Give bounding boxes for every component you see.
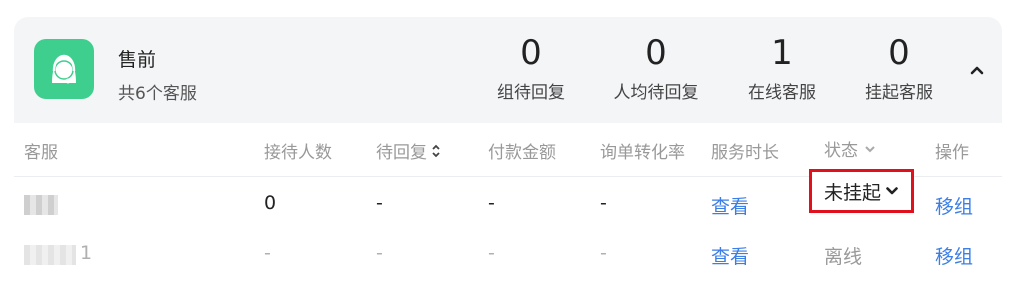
received-count: - [264, 242, 271, 264]
stat-label: 挂起客服 [865, 83, 933, 103]
stat-label: 人均待回复 [613, 83, 699, 103]
move-group-link[interactable]: 移组 [935, 192, 973, 219]
column-status[interactable]: 状态 [824, 136, 878, 161]
agent-headset-icon [52, 54, 76, 84]
stat-group-pending: 0 组待回复 [471, 33, 591, 105]
group-header: 售前 共6个客服 0 组待回复 0 人均待回复 1 在线客服 0 挂起客服 [14, 17, 1002, 123]
column-agent: 客服 [24, 143, 58, 163]
stat-value: 0 [888, 33, 910, 73]
stat-value: 0 [520, 33, 542, 73]
pending-count: - [376, 242, 383, 264]
chevron-down-icon[interactable] [862, 143, 878, 155]
payment-amount: - [488, 192, 495, 214]
customer-service-group-card: 售前 共6个客服 0 组待回复 0 人均待回复 1 在线客服 0 挂起客服 客服… [14, 17, 1002, 291]
column-received: 接待人数 [264, 143, 332, 163]
column-action: 操作 [935, 143, 969, 163]
conversion-rate: - [600, 242, 607, 264]
status-dropdown[interactable]: 未挂起 [809, 169, 914, 213]
column-pending[interactable]: 待回复 [376, 138, 441, 163]
group-agent-count: 共6个客服 [118, 84, 197, 104]
view-duration-link[interactable]: 查看 [711, 242, 749, 269]
view-duration-link[interactable]: 查看 [711, 192, 749, 219]
agent-name-suffix: 1 [80, 242, 93, 264]
group-name: 售前 [118, 49, 157, 71]
stat-avg-pending: 0 人均待回复 [596, 33, 716, 105]
move-group-link[interactable]: 移组 [935, 242, 973, 269]
stat-label: 在线客服 [748, 83, 816, 103]
column-payment: 付款金额 [488, 143, 556, 163]
column-conversion: 询单转化率 [600, 143, 685, 163]
payment-amount: - [488, 242, 495, 264]
received-count: 0 [264, 192, 277, 214]
chevron-down-icon[interactable] [885, 185, 899, 197]
chevron-up-icon[interactable] [969, 63, 985, 77]
column-duration: 服务时长 [711, 143, 779, 163]
group-avatar [34, 39, 94, 99]
stat-online-agents: 1 在线客服 [722, 33, 842, 105]
stat-value: 0 [645, 33, 667, 73]
table-row: 1 - - - - 查看 离线 移组 [14, 230, 1002, 280]
conversion-rate: - [600, 192, 607, 214]
sort-icon[interactable] [431, 144, 441, 158]
pending-count: - [376, 192, 383, 214]
status-value: 未挂起 [823, 181, 881, 204]
stat-suspended-agents: 0 挂起客服 [839, 33, 959, 105]
status-text: 离线 [824, 246, 863, 268]
stat-value: 1 [771, 33, 793, 73]
stat-label: 组待回复 [497, 83, 565, 103]
